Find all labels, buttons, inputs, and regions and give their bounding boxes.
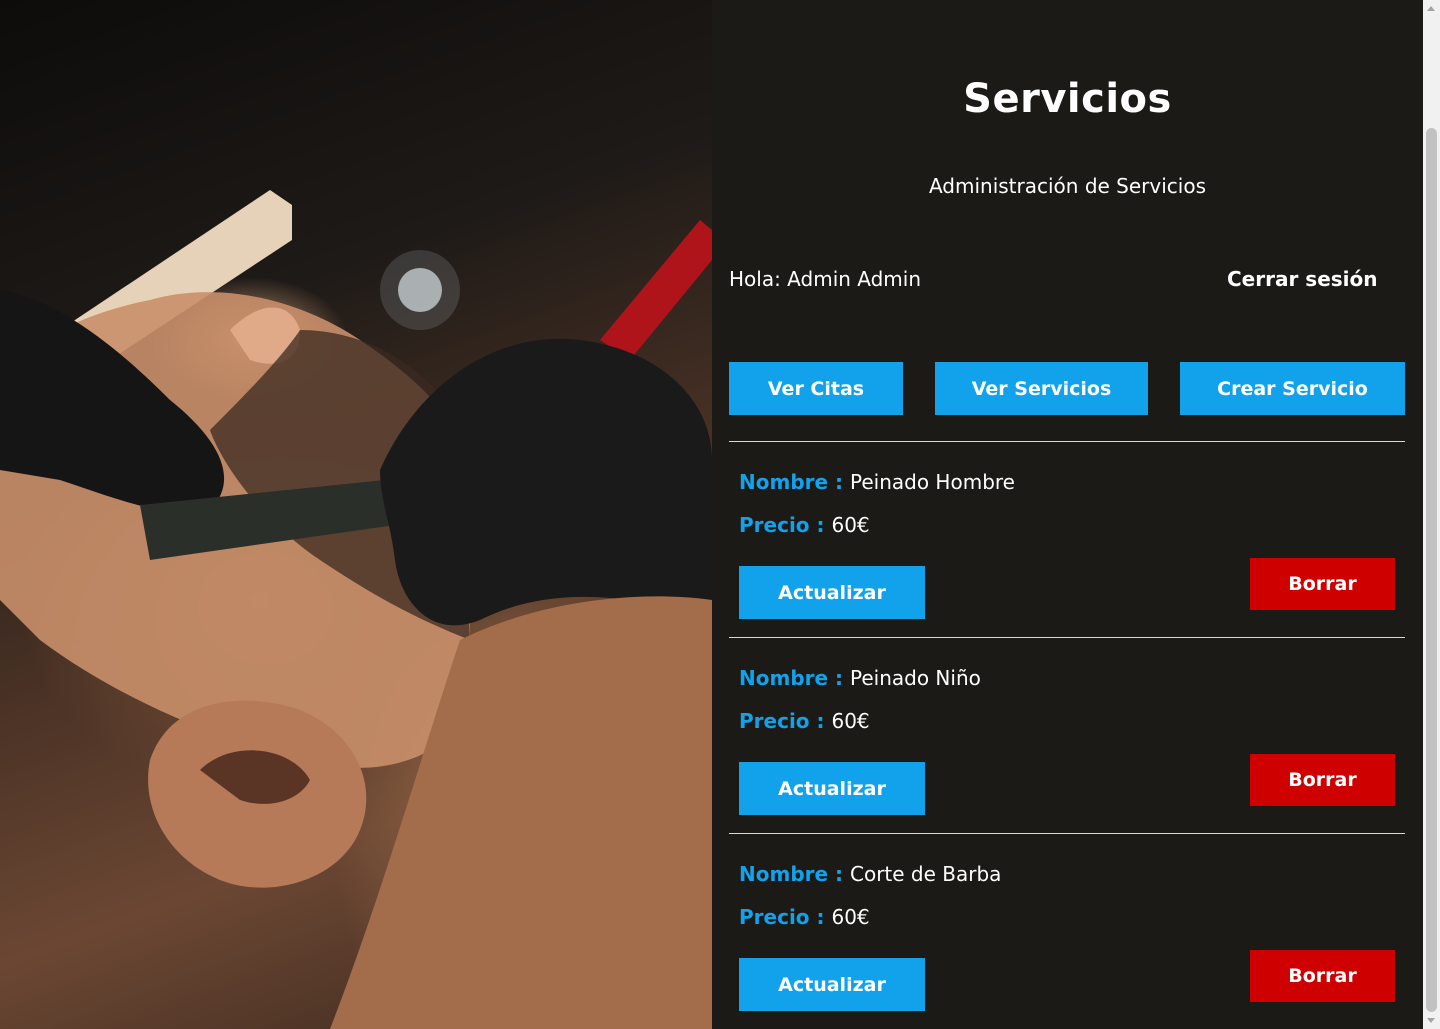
- logout-link[interactable]: Cerrar sesión: [1227, 267, 1378, 291]
- service-price-row: Precio : 60€: [739, 709, 870, 733]
- borrar-button[interactable]: Borrar: [1250, 950, 1395, 1002]
- borrar-button[interactable]: Borrar: [1250, 754, 1395, 806]
- nombre-label: Nombre :: [739, 666, 850, 690]
- service-name-row: Nombre : Corte de Barba: [739, 862, 1001, 886]
- user-greeting: Hola: Admin Admin: [729, 267, 922, 291]
- service-price: 60€: [831, 513, 870, 537]
- crear-servicio-button[interactable]: Crear Servicio: [1180, 362, 1405, 415]
- divider: [729, 833, 1405, 834]
- actualizar-button[interactable]: Actualizar: [739, 566, 925, 619]
- vertical-scrollbar[interactable]: [1423, 0, 1440, 1029]
- ver-citas-button[interactable]: Ver Citas: [729, 362, 903, 415]
- page-title: Servicios: [963, 76, 1172, 122]
- nombre-label: Nombre :: [739, 470, 850, 494]
- actualizar-button[interactable]: Actualizar: [739, 958, 925, 1011]
- barber-shave-illustration: [0, 190, 712, 1029]
- service-price-row: Precio : 60€: [739, 513, 870, 537]
- service-name-row: Nombre : Peinado Niño: [739, 666, 981, 690]
- nombre-label: Nombre :: [739, 862, 850, 886]
- scrollbar-thumb[interactable]: [1426, 128, 1437, 1012]
- precio-label: Precio :: [739, 905, 832, 929]
- ver-servicios-button[interactable]: Ver Servicios: [935, 362, 1148, 415]
- service-price-row: Precio : 60€: [739, 905, 870, 929]
- hero-photo: [0, 0, 712, 1029]
- divider: [729, 441, 1405, 442]
- precio-label: Precio :: [739, 513, 832, 537]
- admin-panel: Servicios Administración de Servicios Ho…: [712, 0, 1423, 1029]
- precio-label: Precio :: [739, 709, 832, 733]
- divider: [729, 637, 1405, 638]
- service-price: 60€: [831, 709, 870, 733]
- borrar-button[interactable]: Borrar: [1250, 558, 1395, 610]
- service-name: Peinado Niño: [850, 666, 981, 690]
- actualizar-button[interactable]: Actualizar: [739, 762, 925, 815]
- scroll-up-arrow-icon[interactable]: [1427, 6, 1435, 11]
- service-name: Corte de Barba: [850, 862, 1002, 886]
- service-name: Peinado Hombre: [850, 470, 1015, 494]
- scroll-down-arrow-icon[interactable]: [1427, 1018, 1435, 1023]
- service-name-row: Nombre : Peinado Hombre: [739, 470, 1015, 494]
- page-subtitle: Administración de Servicios: [928, 174, 1207, 198]
- service-price: 60€: [831, 905, 870, 929]
